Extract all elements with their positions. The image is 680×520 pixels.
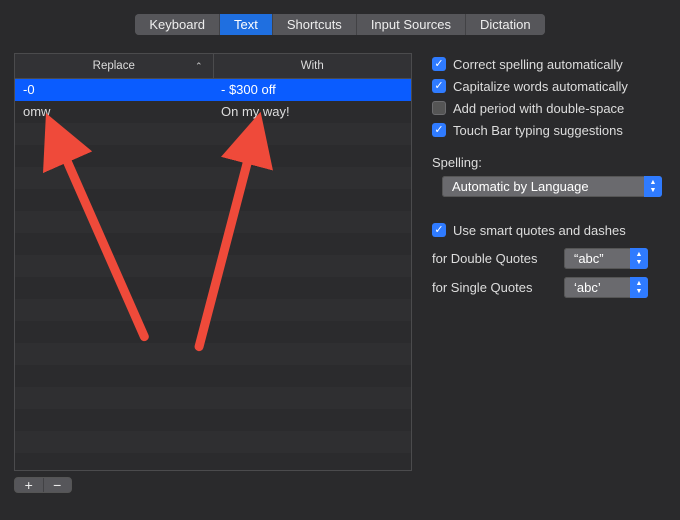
updown-icon: ▲▼	[630, 277, 648, 298]
spelling-value: Automatic by Language	[452, 179, 589, 194]
segmented-control: Keyboard Text Shortcuts Input Sources Di…	[135, 14, 544, 35]
updown-icon: ▲▼	[630, 248, 648, 269]
table-row[interactable]	[15, 321, 411, 343]
check-icon: ✓	[432, 123, 446, 137]
add-button[interactable]: +	[15, 478, 44, 492]
checkbox-empty-icon	[432, 101, 446, 115]
checkbox-touchbar-suggestions[interactable]: ✓ Touch Bar typing suggestions	[432, 119, 666, 141]
checkbox-smart-quotes[interactable]: ✓ Use smart quotes and dashes	[432, 219, 666, 241]
table-row[interactable]	[15, 453, 411, 470]
single-quotes-label: for Single Quotes	[432, 280, 554, 295]
column-header-with[interactable]: With	[214, 54, 412, 78]
table-body[interactable]: -0 - $300 off omw On my way!	[15, 79, 411, 470]
cell-with[interactable]: On my way!	[213, 101, 411, 123]
tab-text[interactable]: Text	[220, 14, 273, 35]
spelling-label: Spelling:	[432, 155, 666, 170]
table-row[interactable]	[15, 167, 411, 189]
check-icon: ✓	[432, 79, 446, 93]
checkbox-correct-spelling[interactable]: ✓ Correct spelling automatically	[432, 53, 666, 75]
text-replacement-table: Replace ⌃ With -0 - $300 off omw On my w…	[14, 53, 412, 471]
check-icon: ✓	[432, 223, 446, 237]
table-row[interactable]	[15, 189, 411, 211]
remove-button[interactable]: −	[44, 478, 72, 492]
checkbox-label: Capitalize words automatically	[453, 79, 628, 94]
checkbox-capitalize-words[interactable]: ✓ Capitalize words automatically	[432, 75, 666, 97]
tab-dictation[interactable]: Dictation	[466, 14, 545, 35]
single-quotes-value: ‘abc’	[574, 280, 601, 295]
checkbox-label: Use smart quotes and dashes	[453, 223, 626, 238]
table-row[interactable]	[15, 145, 411, 167]
table-row[interactable]	[15, 431, 411, 453]
column-header-with-label: With	[301, 60, 324, 72]
table-row[interactable]	[15, 211, 411, 233]
check-icon: ✓	[432, 57, 446, 71]
table-row[interactable]	[15, 123, 411, 145]
table-row[interactable]: omw On my way!	[15, 101, 411, 123]
double-quotes-popup[interactable]: “abc” ▲▼	[564, 248, 648, 269]
checkbox-label: Correct spelling automatically	[453, 57, 623, 72]
checkbox-add-period[interactable]: Add period with double-space	[432, 97, 666, 119]
column-header-replace-label: Replace	[93, 60, 135, 72]
cell-with[interactable]: - $300 off	[213, 79, 411, 101]
double-quotes-value: “abc”	[574, 251, 604, 266]
cell-replace[interactable]: omw	[15, 101, 213, 123]
table-row[interactable]	[15, 299, 411, 321]
cell-replace[interactable]: -0	[15, 79, 213, 101]
table-row[interactable]	[15, 277, 411, 299]
tab-input-sources[interactable]: Input Sources	[357, 14, 466, 35]
table-row[interactable]	[15, 387, 411, 409]
checkbox-label: Touch Bar typing suggestions	[453, 123, 623, 138]
table-row[interactable]	[15, 409, 411, 431]
checkbox-label: Add period with double-space	[453, 101, 624, 116]
table-row[interactable]	[15, 365, 411, 387]
table-row[interactable]	[15, 233, 411, 255]
tab-shortcuts[interactable]: Shortcuts	[273, 14, 357, 35]
add-remove-group: + −	[14, 477, 72, 493]
preferences-tab-bar: Keyboard Text Shortcuts Input Sources Di…	[0, 0, 680, 53]
double-quotes-label: for Double Quotes	[432, 251, 554, 266]
sort-indicator-icon: ⌃	[195, 61, 203, 72]
single-quotes-popup[interactable]: ‘abc’ ▲▼	[564, 277, 648, 298]
table-row[interactable]	[15, 343, 411, 365]
tab-keyboard[interactable]: Keyboard	[135, 14, 220, 35]
spelling-popup[interactable]: Automatic by Language ▲▼	[442, 176, 662, 197]
table-row[interactable]: -0 - $300 off	[15, 79, 411, 101]
column-header-replace[interactable]: Replace ⌃	[15, 54, 214, 78]
table-row[interactable]	[15, 255, 411, 277]
updown-icon: ▲▼	[644, 176, 662, 197]
